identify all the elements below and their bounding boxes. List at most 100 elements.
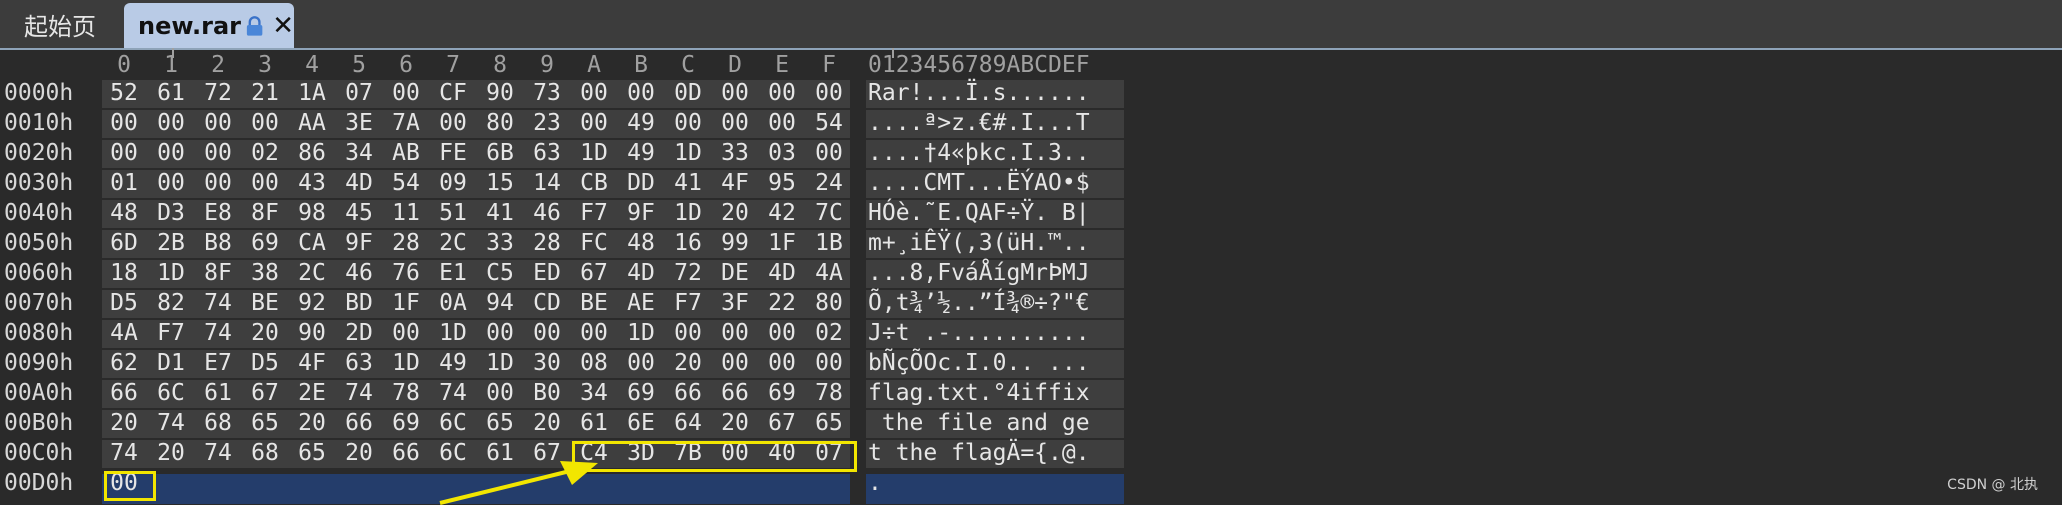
hex-byte[interactable]: FE	[433, 140, 473, 166]
hex-byte[interactable]: 00	[198, 170, 238, 196]
hex-byte[interactable]: 00	[715, 350, 755, 376]
hex-byte[interactable]: 1F	[762, 230, 802, 256]
hex-byte[interactable]: 2C	[292, 260, 332, 286]
hex-byte[interactable]: 74	[104, 440, 144, 466]
hex-byte[interactable]: 00	[715, 80, 755, 106]
hex-byte[interactable]: 4D	[339, 170, 379, 196]
hex-byte[interactable]: AA	[292, 110, 332, 136]
hex-byte[interactable]: 34	[574, 380, 614, 406]
hex-byte[interactable]: 11	[386, 200, 426, 226]
hex-byte[interactable]: 6D	[104, 230, 144, 256]
hex-byte[interactable]: 69	[245, 230, 285, 256]
ascii-row[interactable]: bÑçÕOc.I.0.. ...	[868, 350, 1090, 376]
hex-byte[interactable]: 46	[339, 260, 379, 286]
hex-byte[interactable]: 63	[339, 350, 379, 376]
hex-byte[interactable]: 1A	[292, 80, 332, 106]
hex-byte[interactable]: 00	[245, 110, 285, 136]
hex-byte[interactable]: 90	[292, 320, 332, 346]
hex-byte[interactable]: 1B	[809, 230, 849, 256]
hex-byte[interactable]: 00	[386, 80, 426, 106]
hex-byte[interactable]: CB	[574, 170, 614, 196]
hex-byte[interactable]: 66	[339, 410, 379, 436]
hex-byte[interactable]: 14	[527, 170, 567, 196]
hex-byte[interactable]: 00	[480, 320, 520, 346]
hex-byte[interactable]: D3	[151, 200, 191, 226]
hex-byte[interactable]: 69	[762, 380, 802, 406]
hex-byte[interactable]: 00	[386, 320, 426, 346]
hex-byte[interactable]: 74	[339, 380, 379, 406]
hex-byte[interactable]: 02	[809, 320, 849, 346]
hex-byte[interactable]: B0	[527, 380, 567, 406]
hex-byte[interactable]: 46	[527, 200, 567, 226]
hex-byte[interactable]: 69	[621, 380, 661, 406]
hex-byte[interactable]: BE	[574, 290, 614, 316]
hex-byte[interactable]: D5	[104, 290, 144, 316]
hex-byte[interactable]: 2B	[151, 230, 191, 256]
hex-byte[interactable]: 30	[527, 350, 567, 376]
hex-byte[interactable]: 2C	[433, 230, 473, 256]
hex-byte[interactable]: 41	[668, 170, 708, 196]
hex-byte[interactable]: 1D	[480, 350, 520, 376]
hex-byte[interactable]: 49	[621, 140, 661, 166]
hex-byte[interactable]: 15	[480, 170, 520, 196]
hex-byte[interactable]: 24	[809, 170, 849, 196]
hex-byte[interactable]: 49	[433, 350, 473, 376]
hex-byte[interactable]: 54	[386, 170, 426, 196]
hex-byte[interactable]: 1D	[668, 200, 708, 226]
hex-byte[interactable]: 66	[386, 440, 426, 466]
hex-byte[interactable]: 7A	[386, 110, 426, 136]
close-tab-icon[interactable]: ✕	[272, 13, 294, 39]
hex-byte[interactable]: 01	[104, 170, 144, 196]
hex-byte[interactable]: D5	[245, 350, 285, 376]
hex-byte[interactable]: 00	[809, 140, 849, 166]
hex-byte[interactable]: 00	[621, 80, 661, 106]
hex-byte[interactable]: 48	[104, 200, 144, 226]
hex-byte[interactable]: 8F	[198, 260, 238, 286]
hex-byte[interactable]: E8	[198, 200, 238, 226]
hex-byte[interactable]: 1D	[574, 140, 614, 166]
hex-byte[interactable]: F7	[668, 290, 708, 316]
hex-byte[interactable]: CA	[292, 230, 332, 256]
hex-byte[interactable]: 48	[621, 230, 661, 256]
hex-byte[interactable]: DD	[621, 170, 661, 196]
hex-byte[interactable]: 00	[245, 170, 285, 196]
hex-byte[interactable]: 61	[574, 410, 614, 436]
hex-byte[interactable]: 67	[245, 380, 285, 406]
hex-byte[interactable]: 65	[245, 410, 285, 436]
hex-byte[interactable]: 28	[386, 230, 426, 256]
tab-new-rar[interactable]: new.rar ✕	[124, 3, 294, 48]
hex-byte[interactable]: 49	[621, 110, 661, 136]
hex-byte[interactable]: 8F	[245, 200, 285, 226]
hex-byte[interactable]: 74	[433, 380, 473, 406]
hex-byte[interactable]: 1F	[386, 290, 426, 316]
hex-byte[interactable]: 7C	[809, 200, 849, 226]
hex-byte[interactable]: 6E	[621, 410, 661, 436]
hex-byte[interactable]: 41	[480, 200, 520, 226]
hex-byte[interactable]: 94	[480, 290, 520, 316]
hex-byte[interactable]: D1	[151, 350, 191, 376]
hex-byte[interactable]: 00	[621, 350, 661, 376]
ascii-row[interactable]: J÷t .-..........	[868, 320, 1090, 346]
ascii-row[interactable]: Õ‚t¾’½..”Í¾®÷?"€	[868, 290, 1090, 316]
hex-byte[interactable]: 4F	[292, 350, 332, 376]
hex-byte[interactable]: 74	[198, 320, 238, 346]
hex-byte[interactable]: 33	[480, 230, 520, 256]
hex-byte[interactable]: E1	[433, 260, 473, 286]
hex-byte[interactable]: 67	[574, 260, 614, 286]
hex-byte[interactable]: 43	[292, 170, 332, 196]
hex-byte[interactable]: 51	[433, 200, 473, 226]
hex-byte[interactable]: 3F	[715, 290, 755, 316]
hex-byte[interactable]: 07	[339, 80, 379, 106]
hex-byte[interactable]: 66	[104, 380, 144, 406]
hex-byte[interactable]: 00	[809, 350, 849, 376]
hex-byte[interactable]: 3E	[339, 110, 379, 136]
hex-byte[interactable]: 1D	[386, 350, 426, 376]
hex-byte[interactable]: 02	[245, 140, 285, 166]
hex-byte[interactable]: 80	[809, 290, 849, 316]
hex-byte[interactable]: 00	[527, 320, 567, 346]
hex-byte[interactable]: 38	[245, 260, 285, 286]
hex-byte[interactable]: 20	[527, 410, 567, 436]
hex-byte[interactable]: 67	[762, 410, 802, 436]
hex-byte[interactable]: FC	[574, 230, 614, 256]
hex-byte[interactable]: 00	[104, 110, 144, 136]
